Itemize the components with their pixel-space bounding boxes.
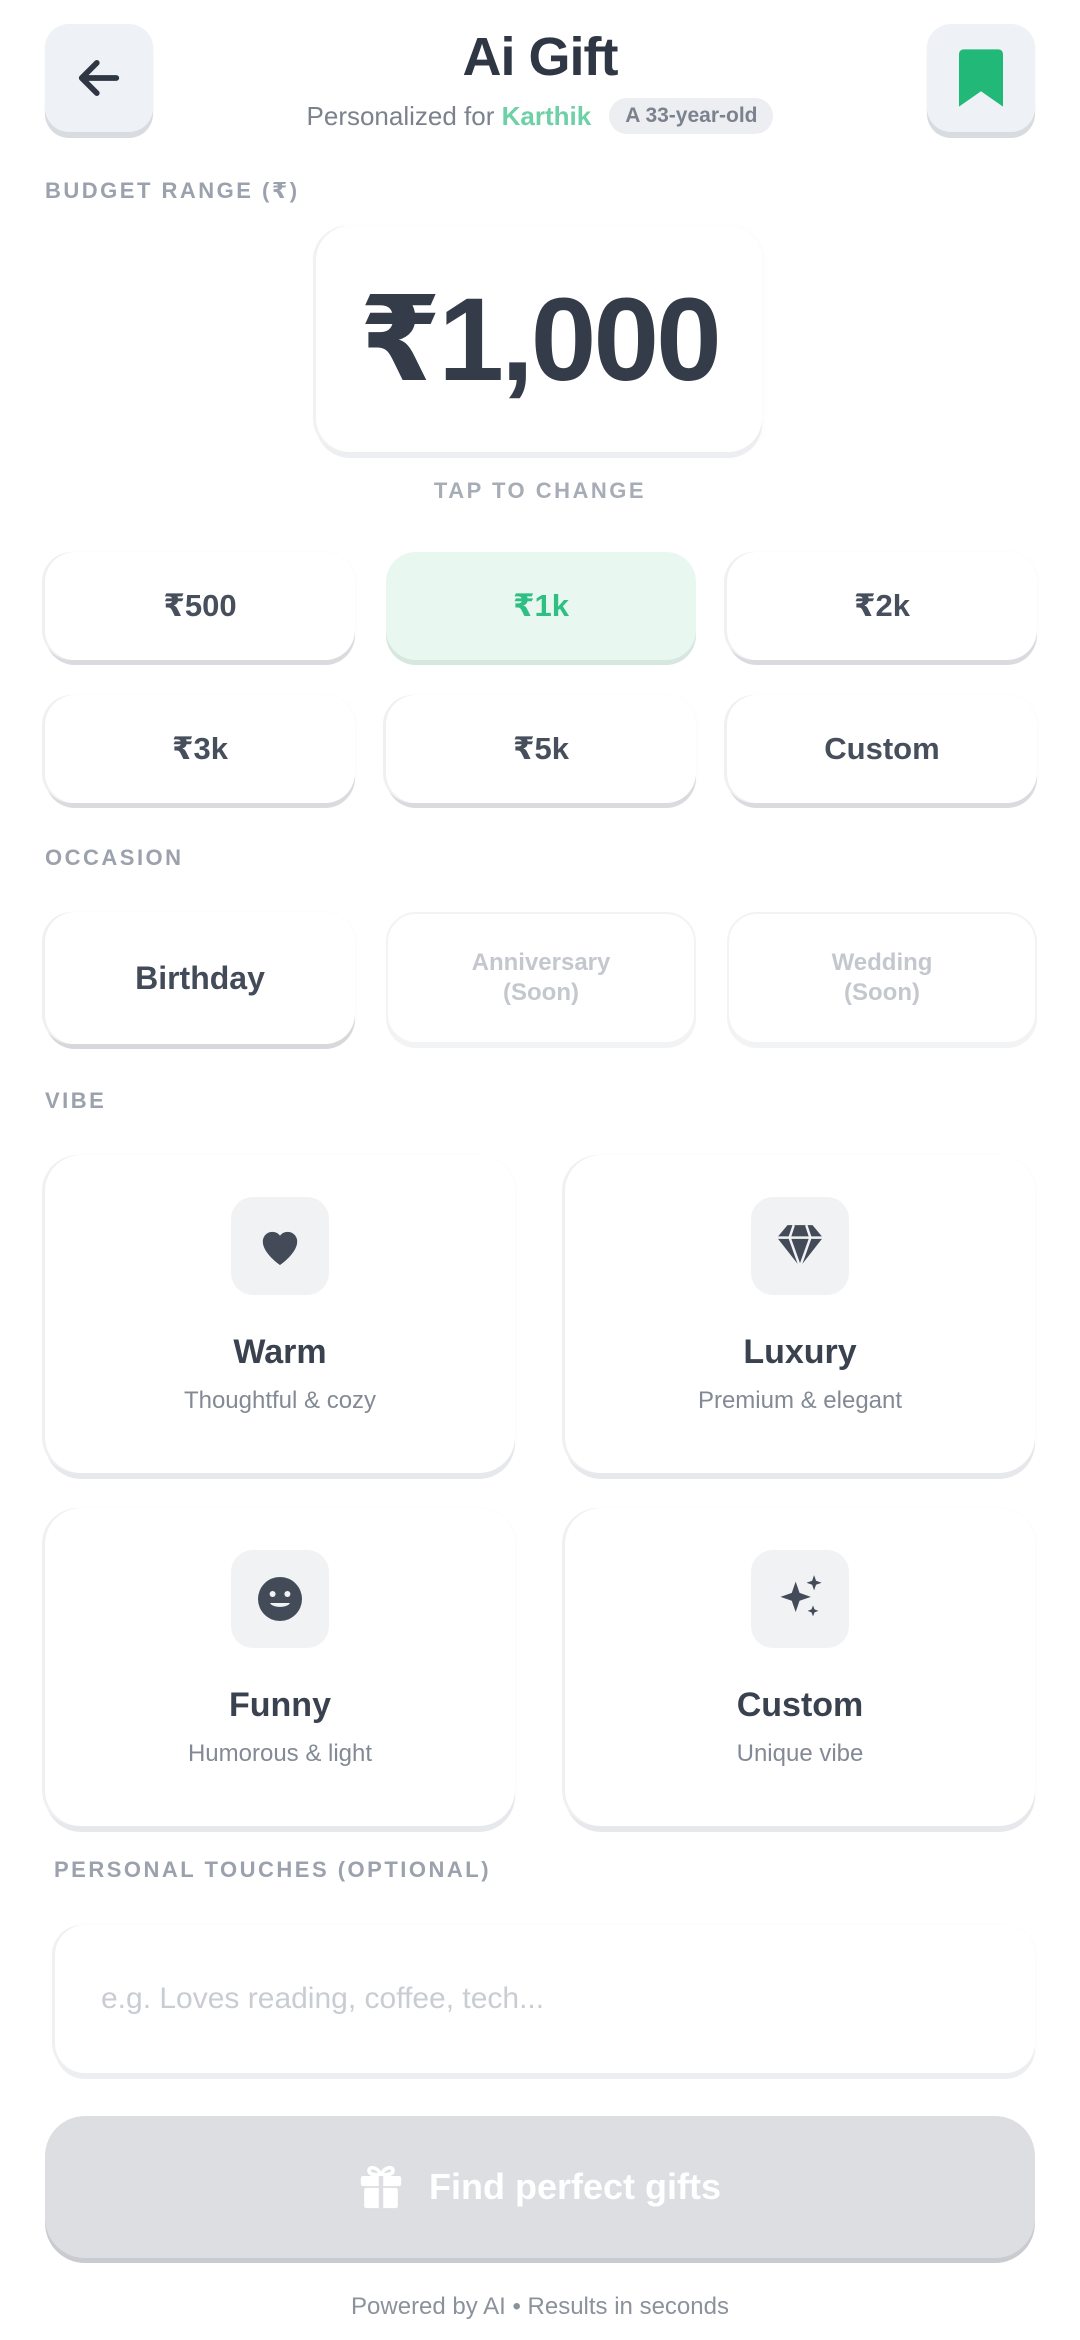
personal-touches-label: PERSONAL TOUCHES (OPTIONAL) xyxy=(54,1857,492,1882)
budget-amount-card[interactable]: ₹1,000 xyxy=(316,226,762,452)
tap-to-change-hint: TAP TO CHANGE xyxy=(433,478,647,503)
budget-option-2k[interactable]: ₹2k xyxy=(727,552,1037,660)
vibe-title: Warm xyxy=(233,1333,327,1371)
ai-gift-screen: Ai Gift Personalized for Karthik A 33-ye… xyxy=(0,0,1080,2340)
find-gifts-label: Find perfect gifts xyxy=(428,2166,721,2207)
vibe-card-warm[interactable]: Warm Thoughtful & cozy xyxy=(45,1155,515,1473)
occasion-anniversary-soon: (Soon) xyxy=(503,979,579,1006)
vibe-description: Humorous & light xyxy=(187,1740,373,1767)
occasion-wedding-label: Wedding xyxy=(831,949,933,976)
vibe-title: Funny xyxy=(229,1686,331,1724)
occasion-wedding-soon: (Soon) xyxy=(844,979,920,1006)
vibe-card-funny[interactable]: Funny Humorous & light xyxy=(45,1508,515,1826)
subtitle: Personalized for Karthik A 33-year-old xyxy=(0,98,1080,134)
heart-icon xyxy=(231,1197,329,1295)
budget-option-5k[interactable]: ₹5k xyxy=(386,695,696,803)
recipient-name: Karthik xyxy=(501,100,592,131)
occasion-label: OCCASION xyxy=(45,845,184,870)
vibe-title: Luxury xyxy=(743,1333,857,1371)
smile-icon xyxy=(231,1550,329,1648)
vibe-label: VIBE xyxy=(45,1088,107,1113)
vibe-card-custom[interactable]: Custom Unique vibe xyxy=(565,1508,1035,1826)
vibe-description: Thoughtful & cozy xyxy=(183,1387,377,1414)
page-title: Ai Gift xyxy=(462,27,619,87)
gift-icon xyxy=(360,2165,402,2209)
personalized-prefix: Personalized for xyxy=(306,100,495,131)
age-badge: A 33-year-old xyxy=(609,98,774,134)
budget-label: BUDGET RANGE (₹) xyxy=(45,178,300,203)
footer-text: Powered by AI • Results in seconds xyxy=(351,2293,729,2320)
vibe-title: Custom xyxy=(736,1686,864,1724)
find-gifts-button[interactable]: Find perfect gifts xyxy=(45,2116,1035,2258)
bookmark-icon xyxy=(959,49,1003,107)
budget-option-1k[interactable]: ₹1k xyxy=(386,552,696,660)
occasion-birthday-label: Birthday xyxy=(135,959,265,996)
budget-option-custom[interactable]: Custom xyxy=(727,695,1037,803)
occasion-anniversary: Anniversary (Soon) xyxy=(386,912,696,1044)
vibe-description: Unique vibe xyxy=(736,1740,864,1767)
bookmark-button[interactable] xyxy=(927,24,1035,132)
vibe-card-luxury[interactable]: Luxury Premium & elegant xyxy=(565,1155,1035,1473)
personal-touches-input[interactable] xyxy=(55,1925,1035,2073)
diamond-icon xyxy=(751,1197,849,1295)
occasion-wedding: Wedding (Soon) xyxy=(727,912,1037,1044)
budget-option-3k[interactable]: ₹3k xyxy=(45,695,355,803)
occasion-birthday[interactable]: Birthday xyxy=(45,912,355,1044)
occasion-anniversary-label: Anniversary xyxy=(471,949,611,976)
vibe-description: Premium & elegant xyxy=(697,1387,903,1414)
budget-option-500[interactable]: ₹500 xyxy=(45,552,355,660)
sparkles-icon xyxy=(751,1550,849,1648)
